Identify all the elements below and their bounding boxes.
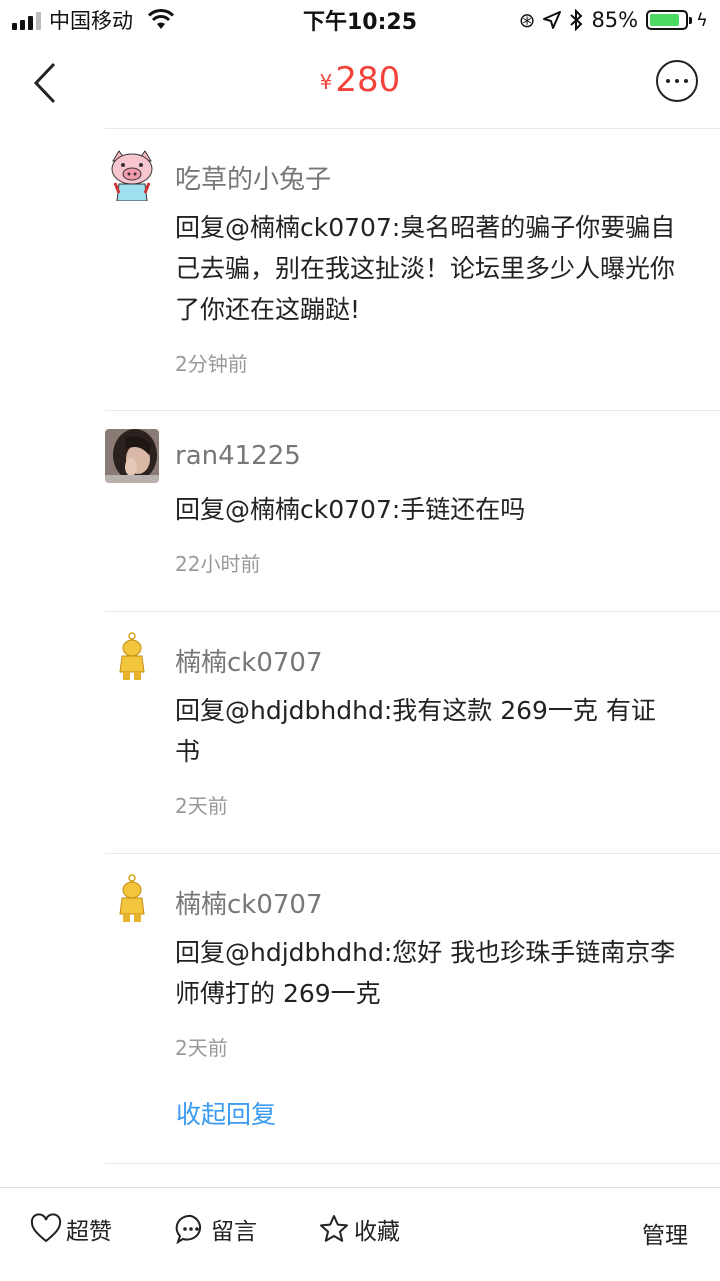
location-icon [543,11,562,29]
battery-level [650,14,680,26]
carrier-name: 中国移动 [49,9,133,33]
comment-item: 楠楠ck0707 回复@hdjdbhdhd:我有这款 269一克 有证书 2天前 [105,611,720,853]
heart-icon [30,1213,62,1243]
divider [105,1163,720,1164]
comment-text: 回复@楠楠ck0707:臭名昭著的骗子你要骗自己去骗，别在我这扯淡！论坛里多少人… [175,213,676,324]
star-icon [320,1215,348,1242]
comment-username[interactable]: 楠楠ck0707 [175,884,323,921]
status-right: ⊛ 85% ϟ [519,6,708,34]
photo-avatar-icon [105,429,159,483]
comment-thread: 吃草的小兔子 回复@楠楠ck0707:臭名昭著的骗子你要骗自己去骗，别在我这扯淡… [0,128,720,1166]
comment-username[interactable]: 楠楠ck0707 [175,642,323,679]
battery-percent: 85% [591,8,639,32]
comment-text: 回复@楠楠ck0707:手链还在吗 [175,495,526,524]
comment-bubble-icon [175,1214,202,1245]
favorite-button[interactable]: 收藏 [318,1212,400,1246]
avatar[interactable] [105,872,159,926]
comment-button[interactable]: 留言 [175,1212,257,1246]
charging-icon: ϟ [696,9,708,31]
comment-label: 留言 [211,1219,257,1245]
bottom-action-bar: 超赞 留言 收藏 管理 [0,1188,720,1281]
orientation-lock-icon: ⊛ [518,8,536,32]
comment-time: 2天前 [175,1036,228,1060]
comment-item: 吃草的小兔子 回复@楠楠ck0707:臭名昭著的骗子你要骗自己去骗，别在我这扯淡… [105,128,720,410]
comment-username[interactable]: 吃草的小兔子 [175,159,331,196]
nav-bar: ¥280 [0,40,720,128]
currency-symbol: ¥ [319,70,333,94]
avatar[interactable] [105,630,159,684]
comment-time: 22小时前 [175,552,261,576]
more-dots-icon[interactable] [656,60,698,102]
collapse-replies-link[interactable]: 收起回复 [176,1095,276,1131]
bluetooth-icon [570,9,583,31]
price-title: ¥280 [0,60,720,100]
comment-time: 2分钟前 [175,352,248,376]
price-amount: 280 [335,60,401,100]
favorite-label: 收藏 [354,1219,400,1245]
status-left: 中国移动 [12,6,175,34]
gold-charm-avatar-icon [105,630,159,684]
comment-text: 回复@hdjdbhdhd:我有这款 269一克 有证书 [175,696,656,766]
avatar[interactable] [105,147,159,201]
status-bar: 中国移动 下午10:25 ⊛ 85% ϟ [0,0,720,40]
manage-button[interactable]: 管理 [642,1216,688,1250]
comment-time: 2天前 [175,794,228,818]
comment-text: 回复@hdjdbhdhd:您好 我也珍珠手链南京李师傅打的 269一克 [175,938,676,1008]
comment-item: ran41225 回复@楠楠ck0707:手链还在吗 22小时前 [105,410,720,611]
battery-icon [646,10,693,30]
avatar[interactable] [105,429,159,483]
chevron-left-icon[interactable] [28,58,68,108]
like-button[interactable]: 超赞 [30,1212,112,1246]
wifi-icon [147,9,175,29]
like-label: 超赞 [66,1219,112,1245]
gold-charm-avatar-icon [105,872,159,926]
signal-icon [12,10,41,30]
pig-avatar-icon [105,147,159,201]
comment-username[interactable]: ran41225 [175,441,301,471]
